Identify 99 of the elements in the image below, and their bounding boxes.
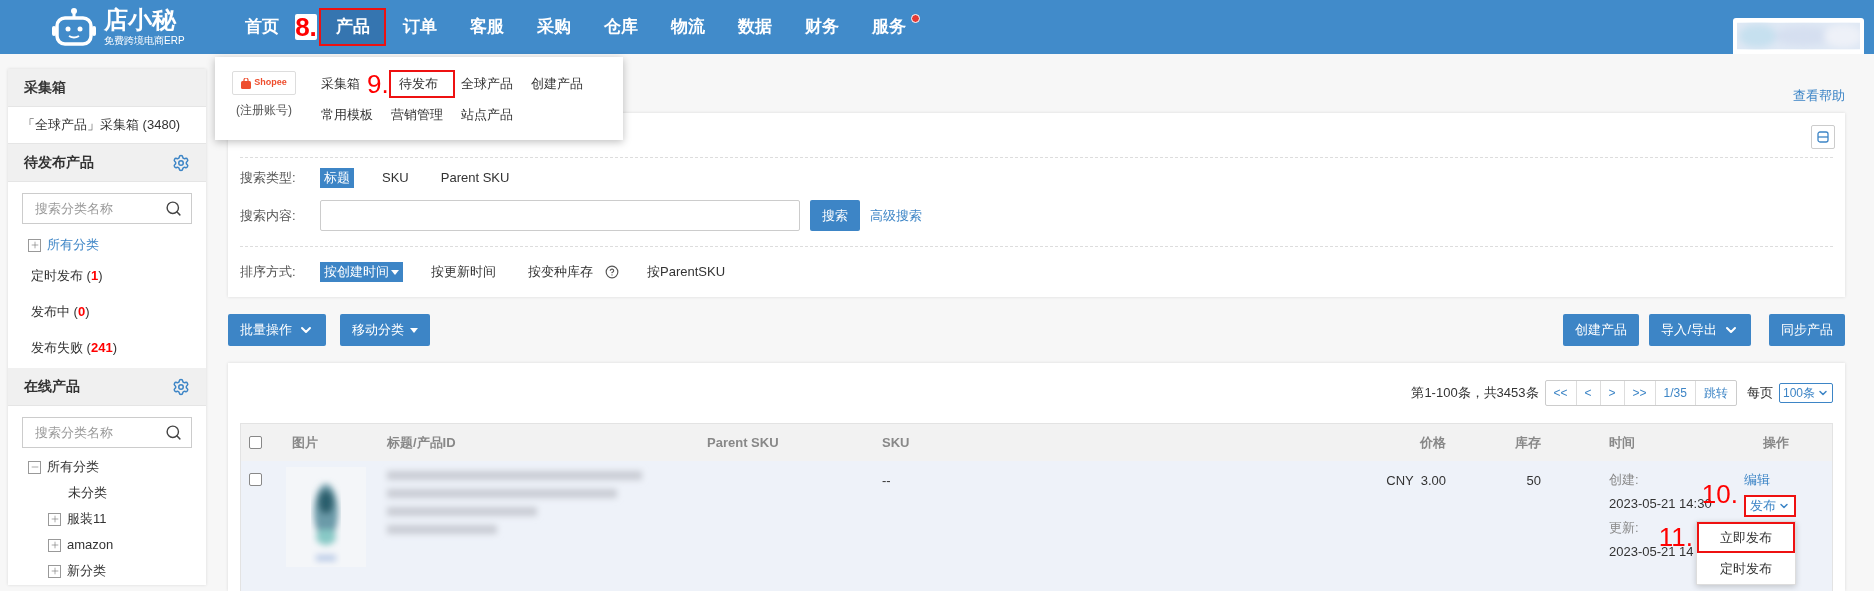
pagination-button[interactable]: 1/35 <box>1654 381 1695 405</box>
platform-logo[interactable]: Shopee <box>232 71 296 95</box>
column-header: 操作 <box>1762 433 1789 452</box>
menu-item[interactable]: 营销管理 <box>389 104 445 126</box>
tree-item[interactable]: amazon <box>67 535 114 555</box>
expand-icon[interactable] <box>48 564 61 578</box>
toolbar-button[interactable]: 创建产品 <box>1563 314 1640 346</box>
sort-option[interactable]: 按ParentSKU <box>643 262 730 282</box>
column-header: 时间 <box>1608 433 1636 452</box>
checkbox[interactable] <box>249 473 262 486</box>
sort-option[interactable]: 按创建时间 <box>320 262 403 282</box>
step-number: 9. <box>367 71 389 97</box>
status-filter[interactable]: 定时发布 (1) <box>31 266 103 286</box>
sort-option[interactable]: 按变种库存 <box>524 262 597 282</box>
nav-tab[interactable]: 仓库 <box>587 8 654 46</box>
filter-label: 搜索类型: <box>240 169 297 188</box>
toolbar-button[interactable]: 批量操作 <box>228 314 326 346</box>
pagination-button[interactable]: >> <box>1623 381 1655 405</box>
tree-item[interactable]: 所有分类 <box>47 457 99 477</box>
nav-tab[interactable]: 采购 <box>520 8 587 46</box>
nav-tab[interactable]: 数据 <box>721 8 788 46</box>
column-header: Parent SKU <box>706 433 780 452</box>
nav-tab[interactable]: 产品 <box>319 8 386 46</box>
settings-icon[interactable] <box>172 153 190 172</box>
caret-icon <box>391 269 399 275</box>
tree-item[interactable]: 服装11 <box>67 509 107 529</box>
menu-item[interactable]: 全球产品 <box>459 73 515 95</box>
expand-icon[interactable] <box>48 538 61 552</box>
caret-icon <box>410 327 418 333</box>
publish-dropdown-button[interactable]: 发布 <box>1744 495 1796 517</box>
tree-item[interactable]: 所有分类 <box>47 235 99 255</box>
pagination-button[interactable]: > <box>1599 381 1624 405</box>
filter-option[interactable]: Parent SKU <box>436 168 514 188</box>
tree-item[interactable]: 新分类 <box>67 561 106 581</box>
section-title: 在线产品 <box>24 377 80 396</box>
expand-icon[interactable] <box>28 238 41 252</box>
collapse-icon[interactable] <box>28 460 41 474</box>
search-input[interactable] <box>320 200 800 231</box>
nav-tab[interactable]: 财务 <box>788 8 855 46</box>
logo-tagline: 免费跨境电商ERP <box>104 36 185 46</box>
menu-item[interactable]: 立即发布 <box>1697 522 1795 553</box>
robot-logo-icon <box>52 7 96 47</box>
status-filter[interactable]: 发布中 (0) <box>31 302 90 322</box>
price-cell-text: CNY 3.00 <box>1386 472 1447 490</box>
column-header: SKU <box>881 433 911 452</box>
column-header: 价格 <box>1420 433 1447 452</box>
toolbar-button[interactable]: 同步产品 <box>1769 314 1845 346</box>
column-header: 标题/产品ID <box>386 433 457 452</box>
expand-icon[interactable] <box>48 512 61 526</box>
search-button[interactable]: 搜索 <box>810 200 860 231</box>
pagination-button[interactable]: < <box>1575 381 1600 405</box>
nav-tab[interactable]: 订单 <box>386 8 453 46</box>
menu-item[interactable]: 定时发布 <box>1697 553 1795 584</box>
help-icon[interactable] <box>605 265 619 279</box>
tree-item[interactable]: 未分类 <box>68 483 107 503</box>
settings-icon[interactable] <box>172 377 190 396</box>
sort-option[interactable]: 按更新时间 <box>427 262 500 282</box>
pagination-summary: 第1-100条，共3453条 <box>1411 384 1539 403</box>
nav-tab[interactable]: 首页 <box>228 8 295 46</box>
pagination-button[interactable]: 跳转 <box>1694 381 1736 405</box>
logo-text: 店小秘 <box>104 8 178 32</box>
stock-cell-text: 50 <box>1526 472 1542 490</box>
shopping-bag-icon <box>241 77 252 89</box>
menu-item[interactable]: 站点产品 <box>459 104 515 126</box>
advanced-search-link[interactable]: 高级搜索 <box>870 205 922 226</box>
search-field[interactable]: 搜索分类名称 <box>22 417 192 448</box>
collection-link[interactable]: 「全球产品」采集箱 (3480) <box>22 115 181 135</box>
nav-tab[interactable]: 服务 <box>855 8 922 46</box>
search-icon[interactable] <box>165 424 182 441</box>
menu-item[interactable]: 常用模板 <box>319 104 375 126</box>
status-filter[interactable]: 发布失败 (241) <box>31 338 117 358</box>
filter-label: 搜索内容: <box>240 206 297 225</box>
filter-option[interactable]: 标题 <box>320 168 354 188</box>
column-header: 图片 <box>291 433 319 452</box>
table-cell-text: -- <box>881 472 892 490</box>
toolbar-button[interactable]: 导入/导出 <box>1649 314 1751 346</box>
menu-item[interactable]: 创建产品 <box>529 73 585 95</box>
nav-tab[interactable]: 物流 <box>654 8 721 46</box>
section-title: 采集箱 <box>24 78 66 97</box>
checkbox[interactable] <box>249 436 262 449</box>
platform-caption: (注册账号) <box>236 102 292 119</box>
menu-item[interactable]: 采集箱 <box>319 73 362 95</box>
step-number: 8. <box>295 14 317 40</box>
edit-link[interactable]: 编辑 <box>1744 471 1770 489</box>
collapse-icon <box>1817 131 1829 143</box>
section-title: 待发布产品 <box>24 153 94 172</box>
collapse-button[interactable] <box>1811 125 1835 149</box>
search-field[interactable]: 搜索分类名称 <box>22 193 192 224</box>
help-link[interactable]: 查看帮助 <box>1793 85 1845 105</box>
filter-option[interactable]: SKU <box>378 168 413 188</box>
nav-tab[interactable]: 客服 <box>453 8 520 46</box>
search-icon[interactable] <box>165 200 182 217</box>
per-page-select[interactable]: 100条 <box>1778 383 1833 403</box>
toolbar-button[interactable]: 移动分类 <box>340 314 430 346</box>
column-header: 库存 <box>1515 433 1542 452</box>
time-label: 创建: <box>1609 471 1640 489</box>
filter-label: 排序方式: <box>240 263 297 282</box>
pagination-button[interactable]: << <box>1545 381 1576 405</box>
per-page-label: 每页 <box>1746 384 1773 403</box>
